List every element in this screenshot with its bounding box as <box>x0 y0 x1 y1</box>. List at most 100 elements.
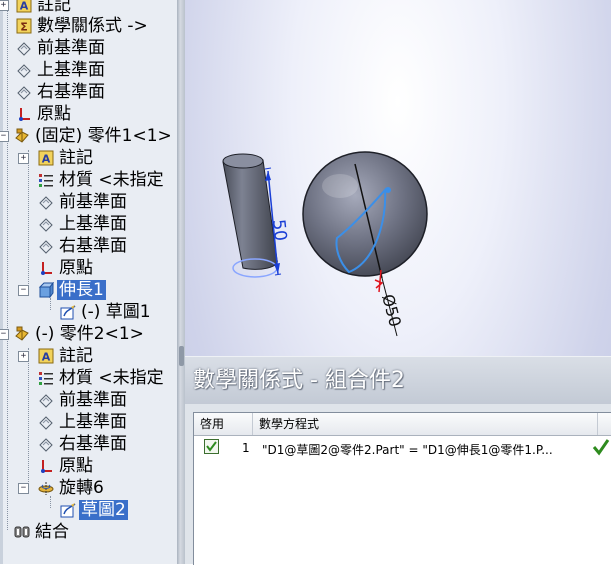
check-icon <box>206 441 217 452</box>
tree-item-origin[interactable]: 原點 <box>0 103 73 125</box>
equations-dialog-title[interactable]: 數學關係式 - 組合件2 <box>185 356 611 404</box>
expand-icon[interactable]: + <box>18 153 29 164</box>
material-icon <box>38 370 54 386</box>
tree-item-part2[interactable]: − (-) 零件2<1> <box>0 323 146 345</box>
tree-item-top-plane[interactable]: 上基準面 <box>0 59 107 81</box>
annotation-icon: A <box>38 348 54 364</box>
tree-item-right-plane[interactable]: 右基準面 <box>0 81 107 103</box>
tree-item-part1-material[interactable]: 材質 <未指定 <box>0 169 166 191</box>
tree-item-label: 前基準面 <box>59 192 127 212</box>
tree-item-part2-material[interactable]: 材質 <未指定 <box>0 367 166 389</box>
tree-item-part1-right-plane[interactable]: 右基準面 <box>0 235 129 257</box>
origin-icon <box>38 260 54 276</box>
plane-icon <box>16 84 32 100</box>
tree-item-label: 上基準面 <box>37 60 105 80</box>
equation-text[interactable]: "D1@草圖2@零件2.Part" = "D1@伸長1@零件1.P... <box>262 441 553 458</box>
tree-item-sketch1[interactable]: (-) 草圖1 <box>0 301 153 323</box>
tree-item-part1[interactable]: − (固定) 零件1<1> <box>0 125 174 147</box>
table-row[interactable]: 1 "D1@草圖2@零件2.Part" = "D1@伸長1@零件1.P... <box>194 437 611 459</box>
plane-icon <box>16 40 32 56</box>
tree-item-label: 註記 <box>59 346 93 366</box>
part-icon <box>14 128 30 144</box>
collapse-icon[interactable]: − <box>0 329 9 340</box>
sphere-dimension-label[interactable]: Ø50 <box>378 292 405 329</box>
expand-icon[interactable]: + <box>0 0 9 11</box>
tree-item-part2-top-plane[interactable]: 上基準面 <box>0 411 129 433</box>
sphere-part[interactable] <box>302 151 428 337</box>
tree-item-label: (-) 零件2<1> <box>35 324 144 344</box>
splitter-grip-icon[interactable] <box>179 346 184 366</box>
mates-icon <box>14 524 30 540</box>
svg-text:A: A <box>20 0 29 13</box>
sketch-icon <box>60 502 76 518</box>
tree-item-part2-right-plane[interactable]: 右基準面 <box>0 433 129 455</box>
origin-icon <box>16 106 32 122</box>
svg-text:Σ: Σ <box>20 21 28 34</box>
tree-item-label: 原點 <box>59 258 93 278</box>
tree-item-part2-annotations[interactable]: + A 註記 <box>0 345 95 367</box>
collapse-icon[interactable]: − <box>0 131 9 142</box>
part-icon <box>14 326 30 342</box>
tree-item-revolve6[interactable]: − 旋轉6 <box>0 477 106 499</box>
tree-item-label: 上基準面 <box>59 412 127 432</box>
equations-table: 啓用 數學方程式 1 "D1@草圖2@零件2.Part" = "D1@伸長1@零… <box>193 412 611 565</box>
tree-item-label: 結合 <box>35 522 69 542</box>
revolve-icon <box>38 480 54 496</box>
collapse-icon[interactable]: − <box>18 483 29 494</box>
plane-icon <box>38 194 54 210</box>
column-header-enabled[interactable]: 啓用 <box>194 413 253 435</box>
tree-item-label: 前基準面 <box>37 38 105 58</box>
tree-item-mates[interactable]: 結合 <box>0 521 71 543</box>
tree-item-label: 草圖2 <box>79 500 128 520</box>
sketch-icon <box>60 304 76 320</box>
tree-item-part1-annotations[interactable]: + A 註記 <box>0 147 95 169</box>
collapse-icon[interactable]: − <box>18 285 29 296</box>
tree-item-label: (-) 草圖1 <box>81 302 151 322</box>
column-header-equation[interactable]: 數學方程式 <box>253 413 598 435</box>
tree-item-equations[interactable]: Σ 數學關係式 -> <box>0 15 150 37</box>
feature-manager-tree: + A 註記 Σ 數學關係式 -> 前基準面 上基準面 右基準面 原點 − (固… <box>0 0 177 564</box>
tree-item-part2-front-plane[interactable]: 前基準面 <box>0 389 129 411</box>
tree-item-extrude1[interactable]: − 伸長1 <box>0 279 106 301</box>
plane-icon <box>16 62 32 78</box>
tree-item-label: 上基準面 <box>59 214 127 234</box>
equations-table-header: 啓用 數學方程式 <box>194 413 611 436</box>
tree-item-label: 原點 <box>59 456 93 476</box>
extrude-icon <box>38 281 54 299</box>
enabled-checkbox[interactable] <box>204 439 219 454</box>
tree-item-part1-origin[interactable]: 原點 <box>0 257 95 279</box>
tree-item-label: (固定) 零件1<1> <box>35 126 172 146</box>
tree-item-front-plane[interactable]: 前基準面 <box>0 37 107 59</box>
row-index: 1 <box>242 441 250 455</box>
tree-item-part2-origin[interactable]: 原點 <box>0 455 95 477</box>
tree-item-label: 原點 <box>37 104 71 124</box>
origin-icon <box>38 458 54 474</box>
plane-icon <box>38 436 54 452</box>
tree-item-label: 材質 <未指定 <box>59 170 164 190</box>
tree-item-part1-top-plane[interactable]: 上基準面 <box>0 213 129 235</box>
plane-icon <box>38 238 54 254</box>
svg-text:A: A <box>42 153 51 166</box>
equations-icon: Σ <box>16 18 32 34</box>
annotation-icon: A <box>38 150 54 166</box>
tree-item-annotations-top[interactable]: + A 註記 <box>0 0 73 16</box>
tree-item-label: 右基準面 <box>59 434 127 454</box>
tree-item-label: 材質 <未指定 <box>59 368 164 388</box>
cylinder-part[interactable] <box>222 153 282 278</box>
annotation-icon: A <box>16 0 32 13</box>
plane-icon <box>38 216 54 232</box>
tree-item-sketch2[interactable]: 草圖2 <box>0 499 128 521</box>
tree-item-label: 數學關係式 -> <box>37 16 148 36</box>
tree-item-part1-front-plane[interactable]: 前基準面 <box>0 191 129 213</box>
cylinder-dimension-label[interactable]: 50 <box>268 218 290 242</box>
tree-item-label: 右基準面 <box>37 82 105 102</box>
tree-item-label: 前基準面 <box>59 390 127 410</box>
panel-splitter[interactable] <box>177 0 185 564</box>
expand-icon[interactable]: + <box>18 351 29 362</box>
tree-item-label: 註記 <box>37 0 71 15</box>
tree-item-label: 伸長1 <box>57 280 106 300</box>
equation-valid-check-icon <box>592 437 610 457</box>
svg-text:A: A <box>42 351 51 364</box>
tree-item-label: 右基準面 <box>59 236 127 256</box>
tree-item-label: 註記 <box>59 148 93 168</box>
